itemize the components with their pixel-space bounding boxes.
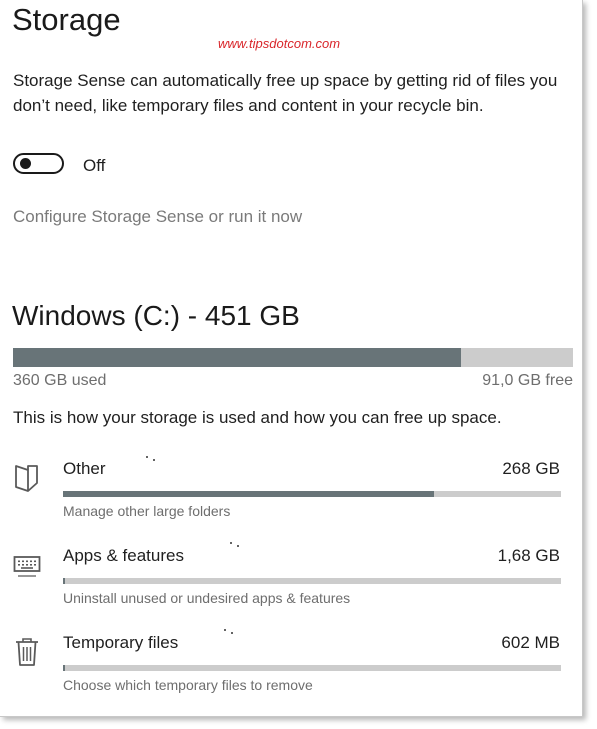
drive-free-label: 91,0 GB free xyxy=(482,372,573,389)
category-name: Other xyxy=(63,459,106,478)
category-usage-bar xyxy=(63,491,561,497)
usage-description: This is how your storage is used and how… xyxy=(13,408,502,427)
category-usage-fill xyxy=(63,665,65,671)
page-title: Storage xyxy=(12,2,121,37)
loading-dots-icon xyxy=(146,456,158,464)
loading-dots-icon xyxy=(230,542,242,550)
drive-usage-bar xyxy=(13,348,573,367)
category-usage-fill xyxy=(63,491,434,497)
toggle-state-label: Off xyxy=(83,156,106,175)
keyboard-icon xyxy=(13,556,41,577)
configure-storage-sense-link[interactable]: Configure Storage Sense or run it now xyxy=(13,207,302,227)
category-subtitle: Uninstall unused or undesired apps & fea… xyxy=(63,590,351,606)
trash-icon xyxy=(16,638,38,666)
storage-sense-toggle[interactable] xyxy=(13,153,64,174)
watermark-text: www.tipsdotcom.com xyxy=(218,36,341,51)
category-size: 1,68 GB xyxy=(497,546,560,565)
category-name: Temporary files xyxy=(63,633,179,652)
category-name: Apps & features xyxy=(63,546,184,565)
drive-title: Windows (C:) - 451 GB xyxy=(12,300,300,331)
drive-usage-fill xyxy=(13,348,461,367)
category-size: 602 MB xyxy=(501,633,560,652)
storage-settings-panel: Storage www.tipsdotcom.com Storage Sense… xyxy=(0,0,583,717)
drive-used-label: 360 GB used xyxy=(13,372,107,389)
document-folder-icon xyxy=(15,465,38,492)
category-subtitle: Choose which temporary files to remove xyxy=(63,677,313,693)
loading-dots-icon xyxy=(224,629,236,637)
category-usage-bar xyxy=(63,665,561,671)
category-subtitle: Manage other large folders xyxy=(63,503,231,519)
category-temporary-files[interactable]: Temporary files 602 MB Choose which temp… xyxy=(0,629,582,703)
category-apps-features[interactable]: Apps & features 1,68 GB Uninstall unused… xyxy=(0,542,582,616)
category-usage-bar xyxy=(63,578,561,584)
storage-sense-description: Storage Sense can automatically free up … xyxy=(13,71,558,115)
category-usage-fill xyxy=(63,578,66,584)
category-size: 268 GB xyxy=(502,459,560,478)
category-other[interactable]: Other 268 GB Manage other large folders xyxy=(0,456,582,529)
toggle-knob xyxy=(20,158,31,169)
